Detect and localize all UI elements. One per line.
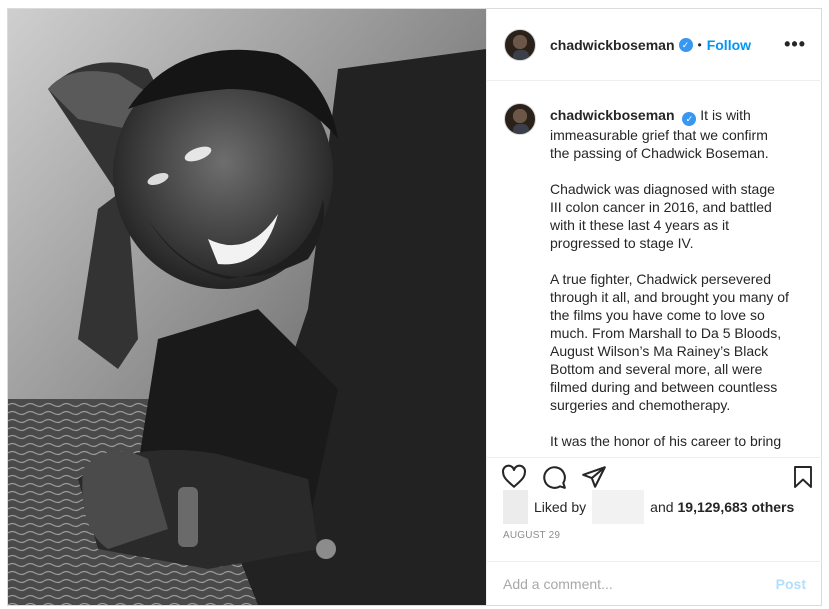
verified-badge-icon: ✓ <box>678 37 693 52</box>
caption-paragraph: chadwickboseman ✓ It is with immeasurabl… <box>550 106 790 162</box>
caption-paragraph: It was the honor of his career to bring <box>550 433 782 449</box>
caption-avatar[interactable] <box>504 103 536 135</box>
post-photo[interactable] <box>8 9 486 605</box>
likes-summary: Liked by and 19,129,683 others <box>503 490 798 524</box>
share-icon[interactable] <box>581 464 607 490</box>
comment-bar: Post <box>487 561 822 605</box>
post-sidebar: chadwickboseman ✓ • Follow ••• chadwickb… <box>486 9 822 605</box>
bookmark-icon[interactable] <box>791 464 815 490</box>
follow-button[interactable]: Follow <box>707 37 751 53</box>
likes-count[interactable]: 19,129,683 others <box>678 499 795 515</box>
liker-name-redacted[interactable] <box>592 490 645 524</box>
caption-paragraph: Chadwick was diagnosed with stage III co… <box>550 181 775 251</box>
post-dialog: chadwickboseman ✓ • Follow ••• chadwickb… <box>7 8 822 606</box>
liked-by-label: Liked by <box>534 499 587 515</box>
header-username[interactable]: chadwickboseman <box>550 37 675 53</box>
avatar[interactable] <box>504 28 536 61</box>
caption-paragraph: A true fighter, Chadwick persevered thro… <box>550 271 789 413</box>
liker-avatar[interactable] <box>503 490 528 524</box>
heart-icon[interactable] <box>501 464 527 490</box>
header-separator: • <box>697 37 702 52</box>
likes-conjunction: and <box>650 499 674 515</box>
caption-username[interactable]: chadwickboseman <box>550 107 675 123</box>
more-options-icon[interactable]: ••• <box>784 35 806 53</box>
post-date[interactable]: August 29 <box>503 530 560 541</box>
caption-row: chadwickboseman ✓ It is with immeasurabl… <box>504 103 806 452</box>
post-button[interactable]: Post <box>776 576 806 592</box>
portrait-image <box>8 9 486 605</box>
caption-scroll-area[interactable]: chadwickboseman ✓ It is with immeasurabl… <box>487 82 822 452</box>
verified-badge-icon: ✓ <box>682 112 697 126</box>
caption-text: chadwickboseman ✓ It is with immeasurabl… <box>550 106 790 452</box>
comment-icon[interactable] <box>541 464 567 490</box>
post-header: chadwickboseman ✓ • Follow ••• <box>487 9 822 81</box>
comment-input[interactable] <box>503 575 776 592</box>
